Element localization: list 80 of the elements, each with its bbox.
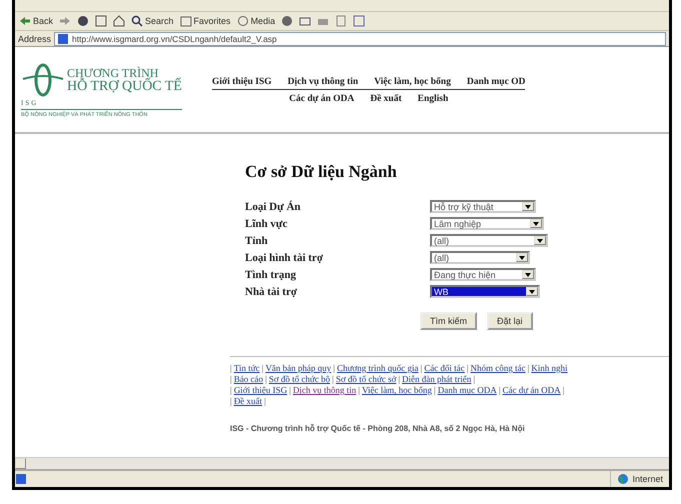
search-button[interactable]: Search (131, 15, 174, 27)
nav-link[interactable]: Các dự án ODA (289, 94, 354, 104)
nav-link[interactable]: Danh mục OD (466, 77, 526, 87)
link-separator: | (333, 363, 335, 373)
nav-link[interactable]: Dịch vụ thông tin (288, 77, 358, 87)
dropdown-arrow-icon (525, 272, 531, 276)
link-separator: | (420, 363, 422, 373)
page-icon (15, 473, 27, 485)
footer-link[interactable]: Các dự án ODA (502, 385, 561, 395)
field-label: Loại Dự Án (245, 200, 302, 212)
dropdown[interactable]: (all) (430, 234, 548, 247)
favorites-button[interactable]: Favorites (180, 15, 231, 27)
link-separator: | (264, 396, 266, 406)
dropdown-arrow-icon (529, 290, 535, 294)
footer-link[interactable]: Kinh nghi (531, 363, 568, 373)
search-icon (131, 15, 144, 27)
nav-link[interactable]: Giới thiệu ISG (212, 77, 272, 87)
link-separator: | (230, 396, 232, 406)
field-label: Tình trạng (245, 268, 298, 280)
footer-link[interactable]: Dịch vụ thông tin (292, 385, 356, 395)
form-button[interactable]: Tìm kiếm (420, 312, 477, 330)
link-separator: | (265, 374, 267, 384)
back-arrow-icon (19, 15, 31, 27)
dropdown[interactable]: WB (430, 285, 540, 298)
link-separator: | (358, 385, 360, 395)
link-separator: | (434, 385, 436, 395)
page-icon (57, 32, 70, 44)
media-button[interactable]: Media (236, 15, 276, 27)
form-button[interactable]: Đặt lại (487, 312, 533, 330)
footer-link[interactable]: Báo cáo (234, 374, 264, 384)
footer-address: ISG - Chương trình hỗ trợ Quốc tế - Phòng 208, Nhà A8, số 2 Ngọc Hà, Hà Nội (230, 424, 526, 433)
footer-link[interactable]: Diễn đàn phát triển (402, 374, 472, 384)
footer-link[interactable]: Sơ đồ tổ chức sở (336, 374, 396, 384)
dropdown-arrow-icon (537, 238, 543, 242)
back-button[interactable]: Back (19, 15, 54, 27)
footer-link[interactable]: Tin tức (234, 363, 260, 373)
field-label: Loại hình tài trợ (245, 252, 324, 264)
scroll-left-button[interactable] (15, 458, 26, 469)
dropdown[interactable]: Đang thực hiện (430, 268, 536, 281)
link-separator: | (332, 374, 334, 384)
footer-link[interactable]: Danh mục ODA (438, 385, 497, 395)
address-field[interactable]: http://www.isgmard.org.vn/CSDLnganh/default2_V.asp (54, 32, 666, 46)
logo-subtitle: HỖ TRỢ QUỐC TẾ (67, 80, 182, 93)
link-separator: | (562, 385, 564, 395)
link-separator: | (230, 385, 232, 395)
page-title: Cơ sở Dữ liệu Ngành (245, 162, 398, 182)
footer-link[interactable]: Sơ đồ tổ chức bộ (268, 374, 330, 384)
footer-link[interactable]: Văn bản pháp quy (265, 363, 332, 373)
field-label: Lĩnh vực (245, 218, 288, 230)
link-separator: | (527, 363, 530, 373)
footer-link[interactable]: Việc làm, học bổng (362, 385, 432, 395)
footer-link[interactable]: Đề xuất (234, 396, 262, 406)
link-separator: | (466, 363, 468, 373)
link-separator: | (289, 385, 291, 395)
dropdown-arrow-icon (525, 204, 531, 208)
footer-link[interactable]: Nhóm công tác (470, 363, 526, 373)
dropdown-arrow-icon (519, 256, 525, 260)
link-separator: | (398, 374, 400, 384)
link-separator: | (230, 374, 232, 384)
nav-link[interactable]: Đề xuất (370, 94, 402, 104)
link-separator: | (230, 363, 232, 373)
globe-icon (617, 473, 630, 485)
zone-label: Internet (632, 474, 663, 484)
dropdown[interactable]: Hỗ trợ kỹ thuật (430, 200, 536, 213)
nav-link[interactable]: English (418, 94, 448, 104)
dropdown[interactable]: Lâm nghiệp (430, 217, 544, 230)
home-icon[interactable] (113, 15, 126, 27)
footer-link[interactable]: Chương trình quốc gia (336, 363, 418, 373)
field-label: Tỉnh (245, 234, 269, 246)
logo-icon (21, 63, 65, 97)
field-label: Nhà tài trợ (245, 286, 298, 298)
link-separator: | (262, 363, 264, 373)
link-separator: | (473, 374, 476, 384)
footer-link[interactable]: Giới thiệu ISG (234, 385, 288, 395)
nav-link[interactable]: Việc làm, học bổng (374, 77, 451, 87)
footer-link[interactable]: Các đối tác (424, 363, 465, 373)
dropdown-arrow-icon (533, 222, 539, 226)
link-separator: | (498, 385, 501, 395)
dropdown[interactable]: (all) (430, 251, 530, 264)
address-label: Address (18, 34, 52, 44)
